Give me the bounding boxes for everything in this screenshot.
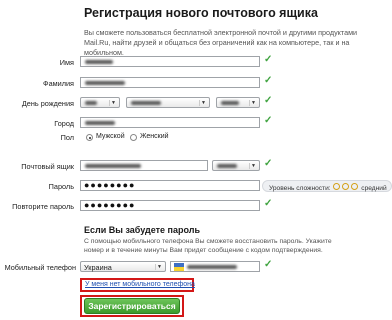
submit-button-highlight: Зарегистрироваться [80,295,184,317]
phone-field[interactable] [170,261,260,272]
key-icon [351,183,359,190]
birth-day-value [85,101,97,105]
phone-value [187,265,237,269]
last-name-label: Фамилия [43,79,74,88]
first-name-value [85,60,113,64]
phone-section-help: С помощью мобильного телефона Вы сможете… [84,238,332,254]
birth-year-value [221,101,239,105]
gender-female-radio[interactable] [130,134,137,141]
chevron-down-icon: ▼ [249,100,257,106]
last-name-value [85,81,125,85]
city-value [85,121,115,125]
check-icon: ✓ [264,158,273,169]
page-title: Регистрация нового почтового ящика [84,6,318,20]
birth-month-select[interactable]: ▼ [126,97,210,108]
gender-male-label: Мужской [96,133,125,140]
birth-month-value [131,101,161,105]
check-icon: ✓ [264,198,273,209]
chevron-down-icon: ▼ [109,100,117,106]
no-phone-link[interactable]: У меня нет мобильного телефона [85,281,195,288]
chevron-down-icon: ▼ [199,100,207,106]
gender-label: Пол [60,133,74,142]
mail-domain-select[interactable]: ▼ [212,160,260,171]
phone-section-title: Если Вы забудете пароль [84,225,201,235]
strength-label: Уровень сложности: [269,185,331,192]
country-value: Украина [84,263,112,272]
check-icon: ✓ [264,259,273,270]
register-button[interactable]: Зарегистрироваться [84,298,180,314]
repeat-password-label: Повторите пароль [12,202,74,211]
first-name-label: Имя [59,58,74,67]
key-icon [342,183,350,190]
no-phone-link-highlight: У меня нет мобильного телефона [80,278,195,292]
mobile-phone-label: Мобильный телефон [4,263,76,272]
chevron-down-icon: ▼ [155,264,163,270]
chevron-down-icon: ▼ [249,163,257,169]
gender-female-label: Женский [140,133,169,140]
mailbox-field[interactable] [80,160,208,171]
gender-male-radio[interactable] [86,134,93,141]
birthdate-label: День рождения [21,99,74,108]
first-name-field[interactable] [80,56,260,67]
key-icon [333,183,341,190]
password-value: ●●●●●●●● [84,180,136,190]
mailbox-label: Почтовый ящик [21,162,74,171]
password-strength-indicator: Уровень сложности: средний [262,180,392,192]
repeat-password-value: ●●●●●●●● [84,200,136,210]
password-field[interactable]: ●●●●●●●● [80,180,260,191]
check-icon: ✓ [264,95,273,106]
mailbox-value [85,164,141,168]
city-label: Город [54,119,74,128]
ukraine-flag-icon [174,263,184,271]
check-icon: ✓ [264,115,273,126]
strength-value: средний [361,185,387,192]
last-name-field[interactable] [80,77,260,88]
intro-text: Вы сможете пользоваться бесплатной элект… [84,28,358,57]
password-label: Пароль [48,182,74,191]
birth-year-select[interactable]: ▼ [216,97,260,108]
city-field[interactable] [80,117,260,128]
check-icon: ✓ [264,54,273,65]
birth-day-select[interactable]: ▼ [80,97,120,108]
repeat-password-field[interactable]: ●●●●●●●● [80,200,260,211]
country-select[interactable]: Украина ▼ [80,261,166,272]
mail-domain-value [217,164,237,168]
check-icon: ✓ [264,75,273,86]
